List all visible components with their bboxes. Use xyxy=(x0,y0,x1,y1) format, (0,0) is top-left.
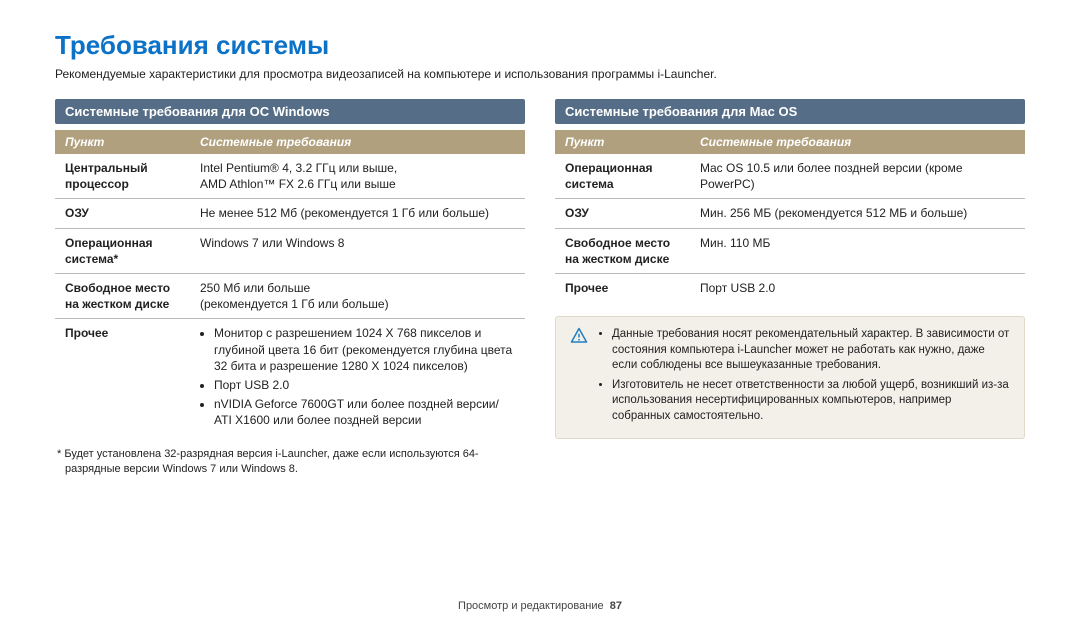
row-label: Прочее xyxy=(55,319,190,438)
row-value: Порт USB 2.0 xyxy=(690,273,1025,302)
row-value: Монитор с разрешением 1024 X 768 пиксело… xyxy=(190,319,525,438)
row-label: ОЗУ xyxy=(555,199,690,228)
row-value: Мин. 110 МБ xyxy=(690,228,1025,273)
row-value: Mac OS 10.5 или более поздней версии (кр… xyxy=(690,154,1025,199)
footer-section: Просмотр и редактирование xyxy=(458,600,604,612)
list-item: Изготовитель не несет ответственности за… xyxy=(612,378,1010,425)
notice-box: Данные требования носят рекомендательный… xyxy=(555,316,1025,439)
col-header: Пункт xyxy=(55,130,190,154)
page-footer: Просмотр и редактирование 87 xyxy=(0,600,1080,612)
list-item: nVIDIA Geforce 7600GT или более поздней … xyxy=(214,396,515,428)
col-header: Системные требования xyxy=(690,130,1025,154)
table-row: Прочее Монитор с разрешением 1024 X 768 … xyxy=(55,319,525,438)
warning-icon xyxy=(570,327,588,428)
row-value: Не менее 512 Мб (рекомендуется 1 Гб или … xyxy=(190,199,525,228)
row-label: ОЗУ xyxy=(55,199,190,228)
table-row: ОЗУ Мин. 256 МБ (рекомендуется 512 МБ и … xyxy=(555,199,1025,228)
row-label: Центральный процессор xyxy=(55,154,190,199)
windows-footnote: * Будет установлена 32-разрядная версия … xyxy=(55,447,525,477)
table-row: Центральный процессор Intel Pentium® 4, … xyxy=(55,154,525,199)
table-row: ОЗУ Не менее 512 Мб (рекомендуется 1 Гб … xyxy=(55,199,525,228)
table-row: Прочее Порт USB 2.0 xyxy=(555,273,1025,302)
table-row: Операционная система* Windows 7 или Wind… xyxy=(55,228,525,273)
row-label: Свободное место на жестком диске xyxy=(55,273,190,318)
mac-table: Пункт Системные требования Операционная … xyxy=(555,130,1025,302)
page-title: Требования системы xyxy=(55,30,1025,61)
row-value: Мин. 256 МБ (рекомендуется 512 МБ и боль… xyxy=(690,199,1025,228)
list-item: Порт USB 2.0 xyxy=(214,377,515,393)
list-item: Данные требования носят рекомендательный… xyxy=(612,327,1010,374)
page-number: 87 xyxy=(610,600,622,612)
row-value: Windows 7 или Windows 8 xyxy=(190,228,525,273)
col-header: Пункт xyxy=(555,130,690,154)
table-row: Свободное место на жестком диске Мин. 11… xyxy=(555,228,1025,273)
col-header: Системные требования xyxy=(190,130,525,154)
list-item: Монитор с разрешением 1024 X 768 пиксело… xyxy=(214,325,515,374)
row-value: 250 Мб или больше (рекомендуется 1 Гб ил… xyxy=(190,273,525,318)
page-subtitle: Рекомендуемые характеристики для просмот… xyxy=(55,67,1025,81)
table-row: Операционная система Mac OS 10.5 или бол… xyxy=(555,154,1025,199)
row-label: Операционная система xyxy=(555,154,690,199)
row-value: Intel Pentium® 4, 3.2 ГГц или выше, AMD … xyxy=(190,154,525,199)
windows-heading: Системные требования для ОС Windows xyxy=(55,99,525,124)
row-label: Операционная система* xyxy=(55,228,190,273)
windows-table: Пункт Системные требования Центральный п… xyxy=(55,130,525,437)
row-label: Свободное место на жестком диске xyxy=(555,228,690,273)
row-label: Прочее xyxy=(555,273,690,302)
mac-heading: Системные требования для Mac OS xyxy=(555,99,1025,124)
table-row: Свободное место на жестком диске 250 Мб … xyxy=(55,273,525,318)
